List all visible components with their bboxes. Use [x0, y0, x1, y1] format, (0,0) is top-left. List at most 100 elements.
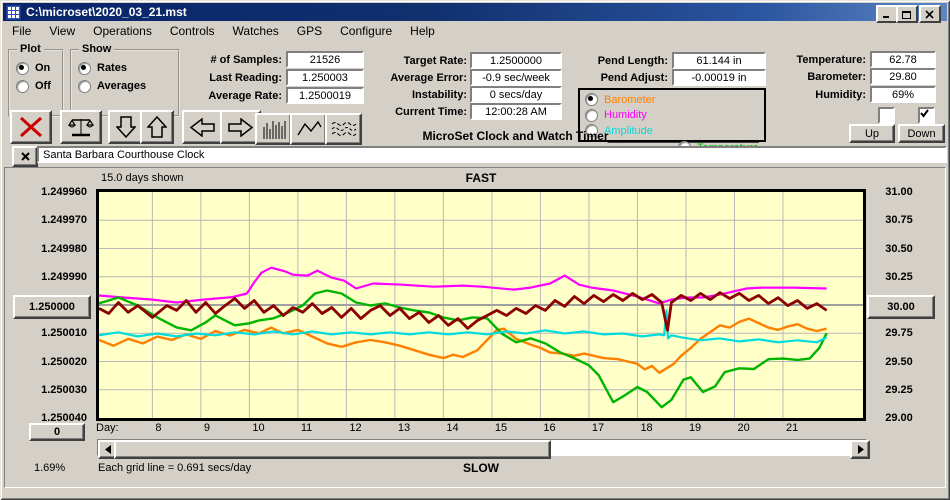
shift-down-button[interactable] — [108, 110, 143, 144]
radio-label: Off — [35, 80, 51, 92]
right-axis-tick-30.75: 30.75 — [867, 214, 931, 226]
series-humidity — [99, 268, 827, 304]
menu-item-operations[interactable]: Operations — [84, 22, 161, 40]
left-axis-tick-1.250020: 1.250020 — [7, 356, 87, 368]
radio-icon[interactable] — [16, 62, 29, 75]
radio-icon[interactable] — [78, 80, 91, 93]
left-axis-tick-1.250040: 1.250040 — [7, 412, 87, 424]
radio-option-humidity[interactable]: Humidity — [585, 108, 647, 123]
radio-icon[interactable] — [78, 62, 91, 75]
left-axis-tick-1.249970: 1.249970 — [7, 214, 87, 226]
radio-label: Rates — [97, 62, 127, 74]
line-view-button[interactable] — [290, 113, 327, 145]
histogram-icon — [262, 119, 286, 139]
average-rate-field: 1.2500019 — [286, 87, 364, 104]
clock-name-input[interactable]: Santa Barbara Courthouse Clock — [37, 146, 947, 163]
clear-filename-button[interactable] — [12, 146, 38, 167]
x-tick-day-12: 12 — [349, 422, 361, 434]
menu-item-gps[interactable]: GPS — [288, 22, 331, 40]
app-icon — [6, 5, 21, 20]
up-button[interactable]: Up — [849, 124, 895, 143]
chart-panel: 15.0 days shown FAST 1.250000 30.00 0 Da… — [4, 167, 946, 488]
wavy-view-button[interactable] — [325, 113, 362, 145]
pend-adjust-label: Pend Adjust: — [558, 72, 668, 84]
radio-label: Barometer — [604, 94, 655, 106]
target-rate-field: 1.2500000 — [470, 52, 562, 69]
left-triangle-icon — [105, 445, 112, 454]
barometer-field: 29.80 — [870, 68, 936, 85]
shift-up-button[interactable] — [140, 110, 174, 144]
show-group-label: Show — [79, 43, 114, 55]
delete-button[interactable] — [10, 110, 52, 144]
x-tick-day-8: 8 — [155, 422, 161, 434]
samples-label: # of Samples: — [162, 54, 282, 66]
zero-button[interactable]: 0 — [29, 423, 85, 441]
radio-label: On — [35, 62, 50, 74]
current-time-field: 12:00:28 AM — [470, 103, 562, 120]
menu-item-file[interactable]: File — [3, 22, 40, 40]
x-tick-day-13: 13 — [398, 422, 410, 434]
menu-item-controls[interactable]: Controls — [161, 22, 224, 40]
down-button[interactable]: Down — [898, 124, 945, 143]
series-barometer — [99, 319, 827, 373]
x-tick-day-10: 10 — [252, 422, 264, 434]
title-bar[interactable]: C:\microset\2020_03_21.mst — [3, 3, 947, 21]
last-reading-label: Last Reading: — [162, 72, 282, 84]
time-scrollbar[interactable] — [97, 439, 867, 456]
x-tick-day-21: 21 — [786, 422, 798, 434]
right-axis-center-button[interactable]: 30.00 — [867, 295, 935, 319]
right-axis-tick-30.25: 30.25 — [867, 271, 931, 283]
average-rate-label: Average Rate: — [162, 90, 282, 102]
menu-item-watches[interactable]: Watches — [224, 22, 288, 40]
arrow-left-icon — [189, 118, 216, 137]
right-axis-tick-29.25: 29.25 — [867, 384, 931, 396]
balance-scale-icon — [68, 116, 94, 138]
menu-item-configure[interactable]: Configure — [331, 22, 401, 40]
app-caption: MicroSet Clock and Watch Timer — [373, 129, 658, 143]
x-tick-day-16: 16 — [543, 422, 555, 434]
window-title: C:\microset\2020_03_21.mst — [26, 5, 187, 19]
radio-label: Averages — [97, 80, 146, 92]
barometer-label: Barometer: — [756, 71, 866, 83]
histogram-view-button[interactable] — [255, 113, 292, 145]
right-axis-tick-29.50: 29.50 — [867, 356, 931, 368]
humidity-field: 69% — [870, 86, 936, 103]
radio-option-rates[interactable]: Rates — [78, 59, 146, 77]
radio-icon[interactable] — [585, 93, 598, 106]
x-tick-day-9: 9 — [204, 422, 210, 434]
menu-item-help[interactable]: Help — [401, 22, 444, 40]
menu-bar: FileViewOperationsControlsWatchesGPSConf… — [3, 21, 947, 40]
scrollbar-thumb[interactable] — [114, 440, 551, 459]
right-axis-tick-31.00: 31.00 — [867, 186, 931, 198]
instability-field: 0 secs/day — [470, 86, 562, 103]
radio-icon[interactable] — [16, 80, 29, 93]
radio-option-off[interactable]: Off — [16, 77, 51, 95]
balance-button[interactable] — [60, 110, 102, 144]
menu-item-view[interactable]: View — [40, 22, 84, 40]
humidity-label: Humidity: — [756, 89, 866, 101]
radio-option-barometer[interactable]: Barometer — [585, 92, 655, 107]
small-x-icon — [21, 152, 30, 161]
pend-length-label: Pend Length: — [558, 55, 668, 67]
plot-options: On Off — [16, 59, 51, 95]
radio-option-averages[interactable]: Averages — [78, 77, 146, 95]
x-tick-day-11: 11 — [301, 422, 312, 434]
day-axis-label: Day: — [96, 422, 119, 434]
left-axis-tick-1.249960: 1.249960 — [7, 186, 87, 198]
checkbox-right[interactable] — [918, 107, 935, 124]
microset-window: { "window": { "title": "C:\\microset\\20… — [0, 0, 950, 500]
right-axis-tick-29.75: 29.75 — [867, 327, 931, 339]
radio-icon[interactable] — [585, 109, 598, 122]
zoom-percent-label: 1.69% — [34, 462, 65, 474]
checkbox-left[interactable] — [878, 107, 895, 124]
wavy-lines-icon — [331, 120, 357, 138]
radio-option-on[interactable]: On — [16, 59, 51, 77]
left-axis-center-button[interactable]: 1.250000 — [13, 295, 91, 319]
right-axis-tick-30.50: 30.50 — [867, 243, 931, 255]
x-tick-day-14: 14 — [446, 422, 458, 434]
last-reading-field: 1.250003 — [286, 69, 364, 86]
radio-label: Humidity — [604, 109, 647, 121]
arrow-right-icon — [227, 118, 254, 137]
scroll-left-button[interactable] — [182, 110, 223, 144]
scrollbar-right-arrow[interactable] — [850, 440, 870, 459]
